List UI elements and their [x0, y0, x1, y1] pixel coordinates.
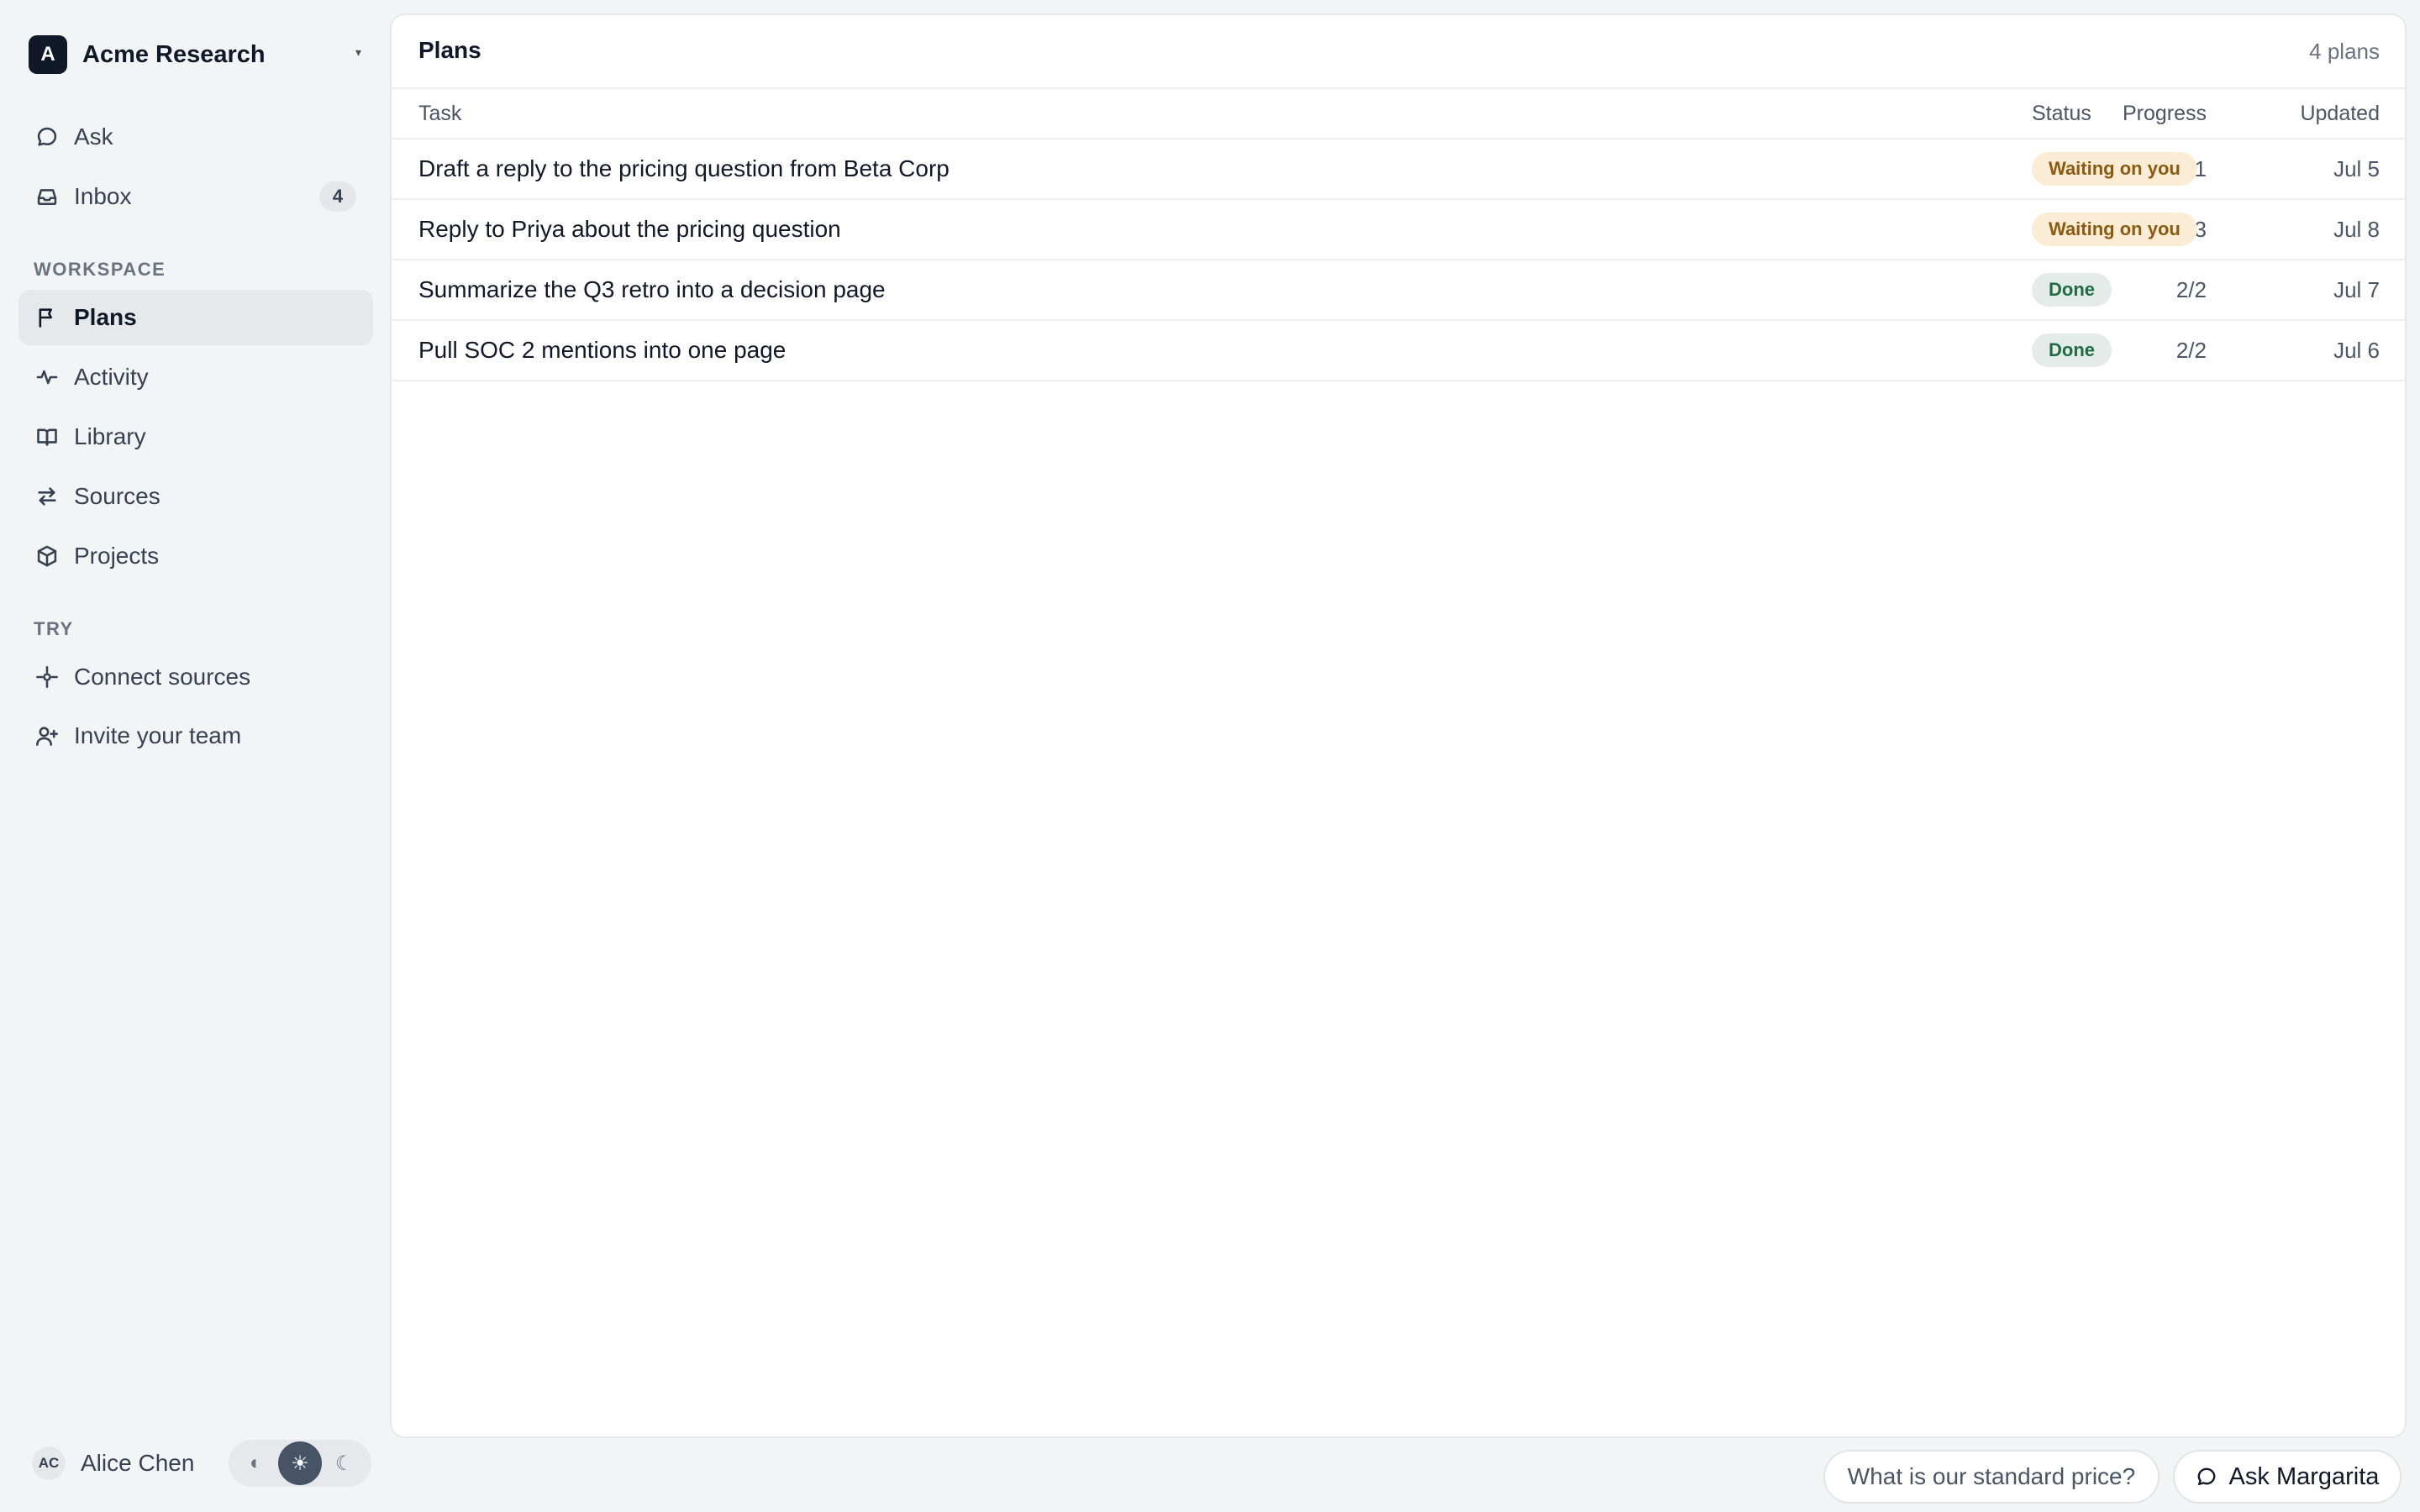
updated-date: Jul 6 — [2333, 337, 2380, 363]
table-row[interactable]: Pull SOC 2 mentions into one page 2/2 Do… — [392, 321, 2405, 381]
user-menu[interactable]: AC Alice Chen — [32, 1446, 194, 1480]
panel-header: Plans 4 plans — [392, 15, 2405, 89]
table-row[interactable]: Draft a reply to the pricing question fr… — [392, 139, 2405, 200]
column-header-task[interactable]: Task — [418, 89, 461, 138]
chat-bubble-icon — [2197, 1467, 2215, 1486]
sidebar-item-ask[interactable]: Ask — [18, 109, 373, 165]
org-avatar: A — [29, 35, 67, 74]
sidebar-item-label: Sources — [74, 483, 160, 509]
chevron-down-icon[interactable]: ▾ — [355, 45, 361, 60]
org-name: Acme Research — [82, 40, 266, 68]
sidebar-item-label: Ask — [74, 123, 113, 150]
sidebar-item-connect-sources[interactable]: Connect sources — [18, 649, 373, 705]
arrows-exchange-icon — [34, 483, 60, 510]
dark-theme-icon[interactable]: ☾ — [323, 1441, 366, 1485]
task-progress-value: 2/2 — [2175, 276, 2207, 302]
user-name: Alice Chen — [81, 1450, 195, 1476]
updated-date: Jul 7 — [2333, 276, 2380, 302]
avatar: AC — [32, 1446, 66, 1480]
table-row[interactable]: Summarize the Q3 retro into a decision p… — [392, 260, 2405, 321]
section-label-workspace: WORKSPACE — [34, 259, 166, 280]
sidebar-item-label: Invite your team — [74, 722, 242, 748]
status-badge: Done — [2032, 333, 2112, 367]
user-plus-icon — [34, 722, 60, 749]
page-title: Plans — [418, 37, 481, 63]
task-title: Draft a reply to the pricing question fr… — [418, 155, 950, 181]
sidebar-item-label: Projects — [74, 543, 160, 569]
sidebar: A Acme Research ▾ Ask Inbox 4 WORKSPACE … — [0, 0, 390, 1512]
sidebar-item-label: Library — [74, 423, 146, 449]
section-label-try: TRY — [34, 618, 74, 639]
sidebar-item-library[interactable]: Library — [18, 409, 373, 465]
task-title: Summarize the Q3 retro into a decision p… — [418, 276, 886, 302]
status-cell: Waiting on you — [2032, 200, 2197, 259]
task-title: Reply to Priya about the pricing questio… — [418, 216, 841, 242]
task-title: Pull SOC 2 mentions into one page — [418, 337, 786, 363]
inbox-count-badge: 4 — [319, 181, 356, 212]
status-cell: Waiting on you — [2032, 139, 2197, 198]
system-theme-icon[interactable]: ◐ — [234, 1441, 277, 1485]
status-badge: Waiting on you — [2032, 213, 2197, 246]
app-window: A Acme Research ▾ Ask Inbox 4 WORKSPACE … — [0, 0, 2420, 1512]
cube-icon — [34, 543, 60, 570]
chat-bubble-icon — [34, 123, 60, 150]
suggestion-chip[interactable]: What is our standard price? — [1823, 1450, 2160, 1504]
column-header-status[interactable]: Status — [2032, 89, 2091, 138]
book-icon — [34, 423, 60, 450]
sidebar-item-inbox[interactable]: Inbox 4 — [18, 169, 373, 224]
column-header-progress-label: Progress — [2122, 101, 2207, 125]
status-cell: Done — [2032, 321, 2112, 380]
sidebar-item-sources[interactable]: Sources — [18, 469, 373, 524]
sidebar-item-label: Connect sources — [74, 664, 251, 690]
sidebar-item-label: Plans — [74, 304, 137, 330]
sidebar-item-activity[interactable]: Activity — [18, 349, 373, 405]
ask-margarita-button[interactable]: Ask Margarita — [2173, 1450, 2402, 1504]
inbox-icon — [34, 183, 60, 210]
status-badge: Done — [2032, 273, 2112, 307]
sidebar-item-plans[interactable]: Plans — [18, 290, 373, 345]
status-badge: Waiting on you — [2032, 152, 2197, 186]
sidebar-item-label: Activity — [74, 364, 149, 390]
table-row[interactable]: Reply to Priya about the pricing questio… — [392, 200, 2405, 260]
plans-count: 4 plans — [2309, 39, 2380, 64]
updated-date: Jul 5 — [2333, 155, 2380, 181]
ask-margarita-label: Ask Margarita — [2228, 1462, 2380, 1490]
light-theme-icon[interactable]: ☀ — [277, 1441, 322, 1485]
flag-icon — [34, 304, 60, 331]
sidebar-item-invite-team[interactable]: Invite your team — [18, 708, 373, 764]
sidebar-item-label: Inbox — [74, 183, 132, 209]
activity-icon — [34, 364, 60, 391]
column-header-updated[interactable]: Updated — [2300, 89, 2380, 138]
org-switcher[interactable]: A Acme Research ▾ — [29, 35, 361, 74]
status-cell: Done — [2032, 260, 2112, 319]
sidebar-item-projects[interactable]: Projects — [18, 528, 373, 584]
plans-panel: Plans 4 plans Task Progress Status Updat… — [390, 13, 2407, 1438]
theme-toggle: ◐ ☀ ☾ — [229, 1440, 371, 1487]
plug-icon — [34, 664, 60, 690]
updated-date: Jul 8 — [2333, 216, 2380, 242]
task-progress-value: 2/2 — [2175, 337, 2207, 363]
table-header: Task Progress Status Updated — [392, 89, 2405, 139]
